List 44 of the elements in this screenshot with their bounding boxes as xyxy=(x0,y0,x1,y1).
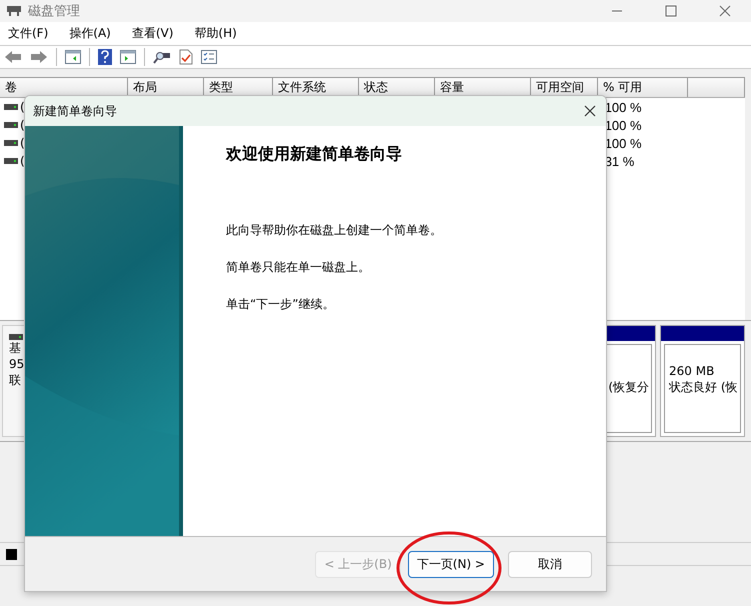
table-cell: 100 % xyxy=(604,136,642,150)
drive-icon xyxy=(4,104,18,110)
partition-text: (恢复分 xyxy=(608,379,649,395)
menu-item[interactable]: 查看(V) xyxy=(132,25,174,42)
cancel-button[interactable]: 取消 xyxy=(508,550,592,578)
dialog-title: 新建简单卷向导 xyxy=(33,102,117,120)
table-cell: ( xyxy=(20,100,25,114)
window-title: 磁盘管理 xyxy=(28,3,80,20)
forward-arrow-icon[interactable] xyxy=(30,50,48,64)
menu-item[interactable]: 帮助(H) xyxy=(194,25,237,42)
close-icon[interactable] xyxy=(719,5,731,17)
table-cell: 100 % xyxy=(604,118,642,132)
wizard-text: 单击“下一步”继续。 xyxy=(226,296,334,313)
magnifier-icon[interactable] xyxy=(153,50,171,64)
panel-icon[interactable] xyxy=(120,50,136,64)
drive-icon xyxy=(4,158,18,164)
partition-text: 状态良好 (恢 xyxy=(669,379,738,395)
menu-item[interactable]: 文件(F) xyxy=(8,25,48,42)
wizard-text: 此向导帮助你在磁盘上创建一个简单卷。 xyxy=(226,222,442,239)
drive-icon xyxy=(4,140,18,146)
back-arrow-icon[interactable] xyxy=(4,50,22,64)
disk-info-text: 联 xyxy=(9,372,21,388)
table-cell: ( xyxy=(20,118,25,132)
next-button[interactable]: 下一页(N) > xyxy=(408,550,494,578)
partition-block[interactable]: 260 MB 状态良好 (恢 xyxy=(660,325,745,437)
table-cell: 100 % xyxy=(604,100,642,114)
help-icon[interactable] xyxy=(98,49,112,65)
partition-text: 260 MB xyxy=(669,363,716,379)
menu-item[interactable]: 操作(A) xyxy=(69,25,111,42)
disk-info-text: 基 xyxy=(9,340,21,356)
close-icon[interactable] xyxy=(584,105,596,117)
table-cell: ( xyxy=(20,154,25,168)
wizard-heading: 欢迎使用新建简单卷向导 xyxy=(226,144,402,165)
disk-icon xyxy=(6,5,22,17)
drive-icon xyxy=(4,122,18,128)
wizard-text: 简单卷只能在单一磁盘上。 xyxy=(226,259,370,276)
legend-swatch-icon xyxy=(6,548,17,560)
maximize-icon[interactable] xyxy=(665,5,677,17)
panel-icon[interactable] xyxy=(65,50,81,64)
disk-info-text: 95 xyxy=(9,356,24,372)
checked-document-icon[interactable] xyxy=(179,49,193,65)
checklist-icon[interactable] xyxy=(201,50,217,64)
drive-icon xyxy=(9,334,23,340)
table-cell: ( xyxy=(20,136,25,150)
